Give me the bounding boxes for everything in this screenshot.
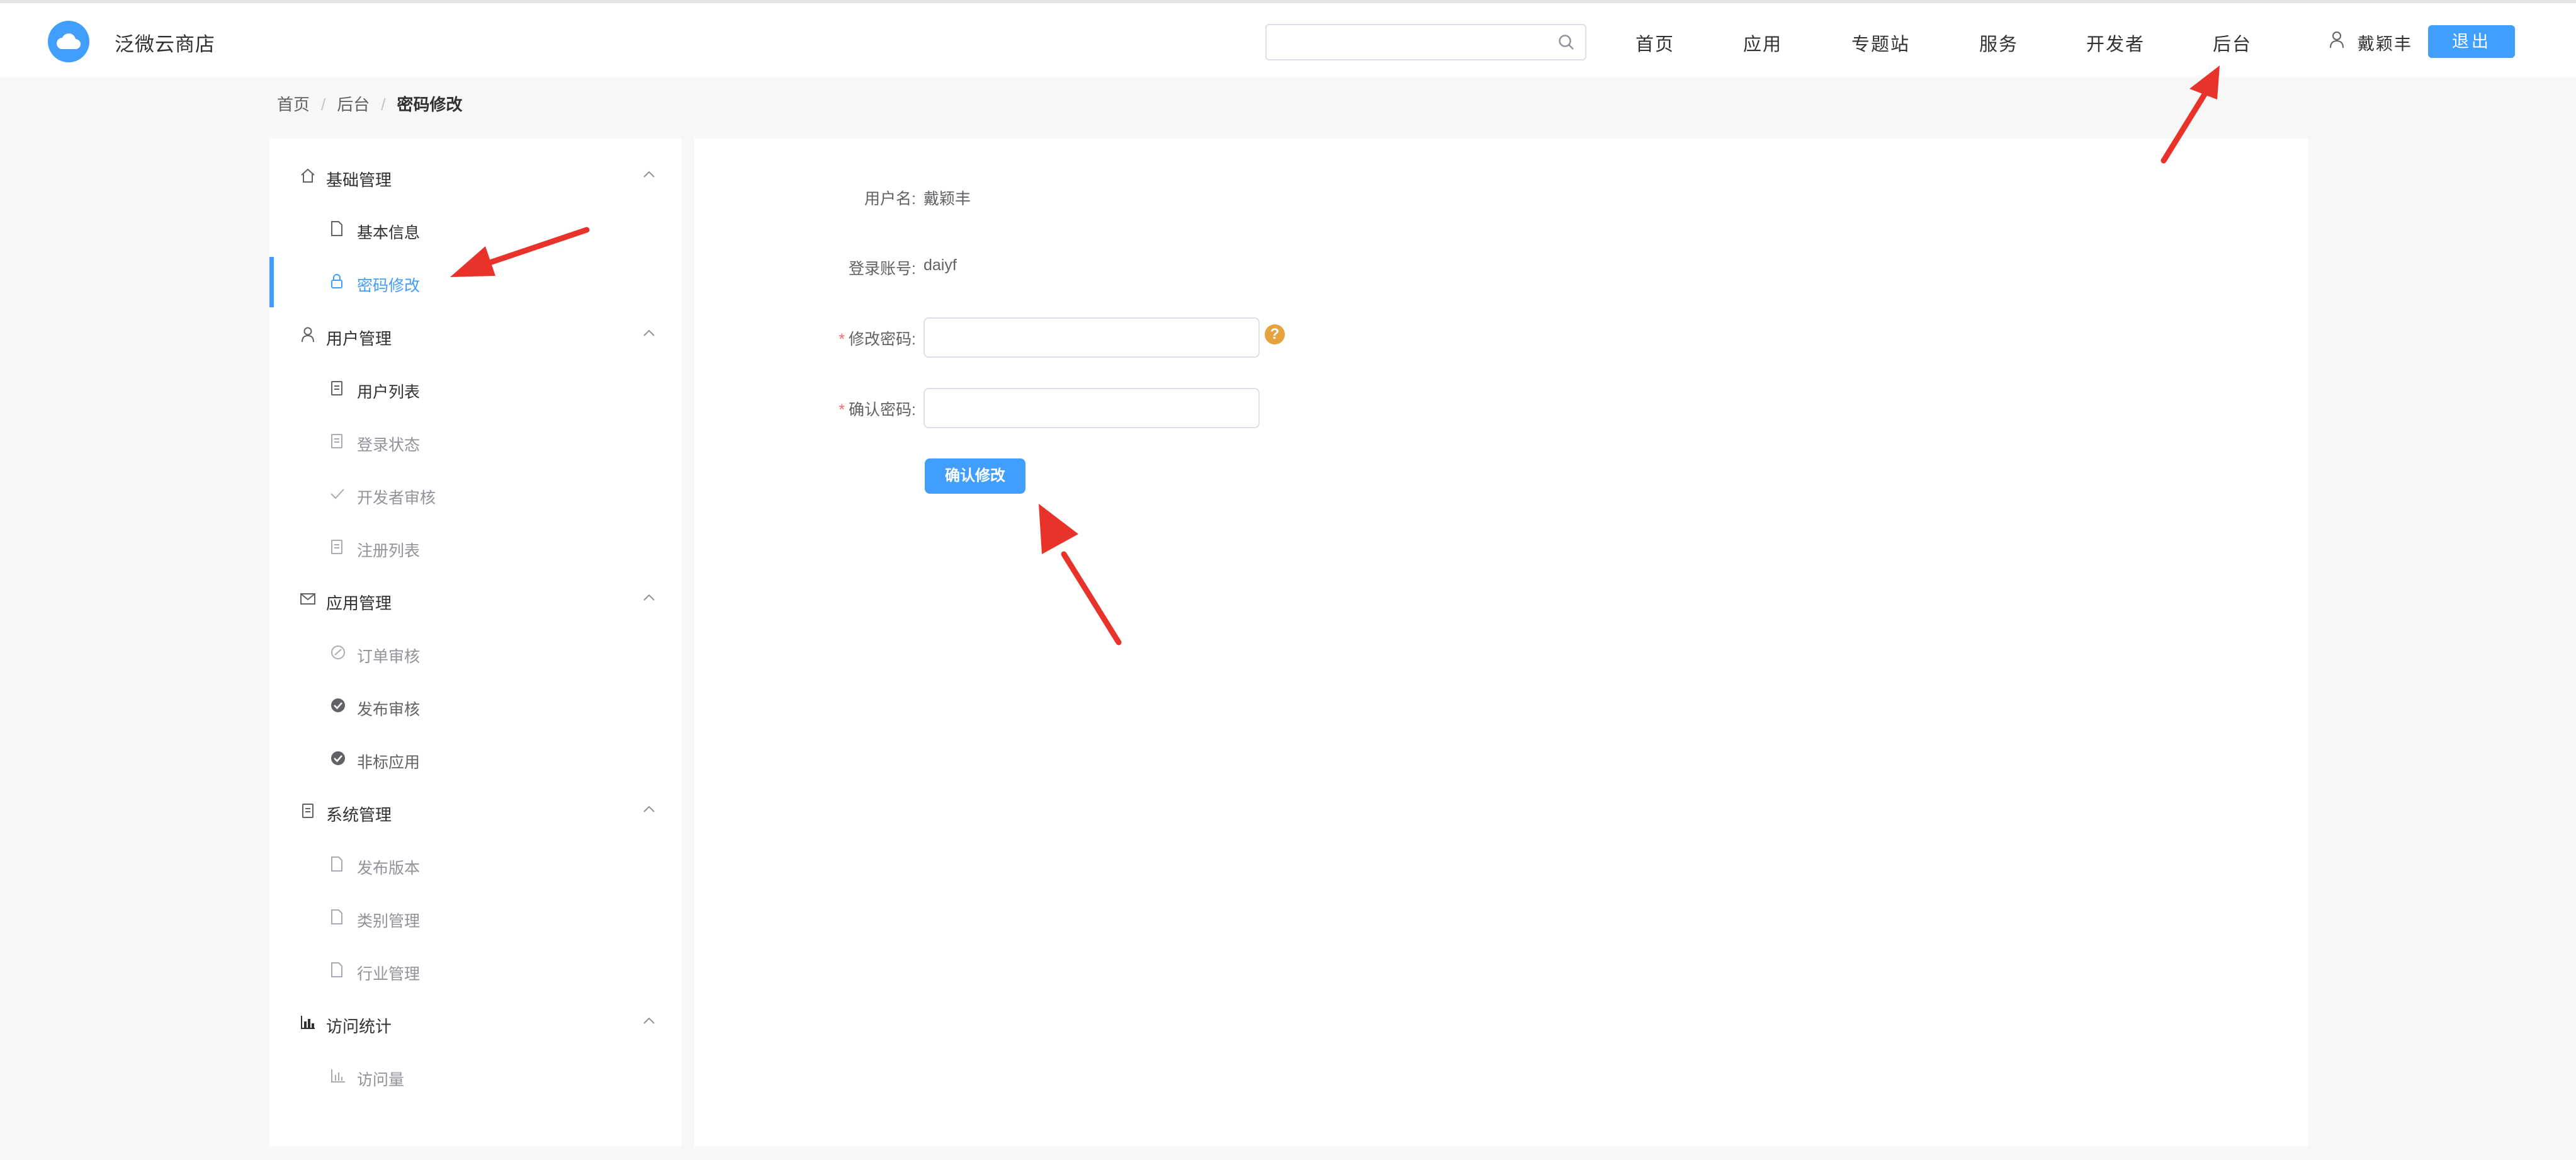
breadcrumb: 首页 / 后台 / 密码修改 <box>277 92 463 115</box>
clipboard-icon <box>330 433 344 452</box>
chevron-up-icon[interactable] <box>642 329 656 341</box>
user-icon <box>2329 31 2344 52</box>
nav-home[interactable]: 首页 <box>1635 30 1675 56</box>
check-icon <box>330 486 345 505</box>
sidebar-group-label: 应用管理 <box>326 594 392 613</box>
nav-developer[interactable]: 开发者 <box>2086 30 2145 56</box>
breadcrumb-separator: / <box>381 95 386 114</box>
search-input[interactable] <box>1275 31 1540 53</box>
document-icon <box>330 909 344 928</box>
account-value: daiyf <box>924 256 957 274</box>
sidebar-item-visits[interactable]: 访问量 <box>269 1051 681 1101</box>
mail-icon <box>300 591 316 610</box>
logout-button[interactable]: 退出 <box>2428 25 2515 58</box>
required-mark: * <box>839 401 845 419</box>
sidebar: 基础管理 基本信息 密码修改 用户管理 用户列表 登录状态 开发者审核 注册列表… <box>269 139 681 1146</box>
sidebar-item-user-list[interactable]: 用户列表 <box>269 363 681 414</box>
clipboard-icon <box>330 380 344 399</box>
clipboard-icon <box>330 538 344 558</box>
sidebar-group-label: 用户管理 <box>326 329 392 348</box>
sidebar-group-label: 基础管理 <box>326 171 392 190</box>
sidebar-item-industry-management[interactable]: 行业管理 <box>269 945 681 996</box>
chevron-up-icon[interactable] <box>642 805 656 817</box>
document-icon <box>330 856 344 875</box>
new-password-label: * 修改密码: <box>740 327 916 350</box>
app-title[interactable]: 泛微云商店 <box>115 28 215 57</box>
document-icon <box>330 220 344 240</box>
required-mark: * <box>839 331 845 348</box>
sidebar-item-order-review[interactable]: 订单审核 <box>269 628 681 678</box>
sidebar-group-basic[interactable]: 基础管理 <box>269 157 681 195</box>
confirm-password-input[interactable] <box>924 388 1260 428</box>
document-icon <box>330 962 344 981</box>
search-icon[interactable] <box>1557 33 1575 54</box>
home-icon <box>300 168 316 187</box>
top-header: 泛微云商店 首页 应用 专题站 服务 开发者 后台 戴颖丰 退出 <box>0 3 2576 77</box>
sidebar-item-login-status[interactable]: 登录状态 <box>269 416 681 467</box>
username-label: 用户名: <box>864 190 916 208</box>
sidebar-item-label: 发布审核 <box>357 701 421 719</box>
sidebar-group-label: 系统管理 <box>326 805 392 824</box>
breadcrumb-separator: / <box>321 95 326 114</box>
confirm-change-button[interactable]: 确认修改 <box>925 458 1025 494</box>
nav-admin[interactable]: 后台 <box>2213 30 2252 56</box>
sidebar-group-system[interactable]: 系统管理 <box>269 792 681 830</box>
sidebar-group-apps[interactable]: 应用管理 <box>269 581 681 618</box>
sidebar-item-label: 行业管理 <box>357 965 421 983</box>
confirm-password-label-text: 确认密码: <box>849 401 916 419</box>
nav-topics[interactable]: 专题站 <box>1851 30 1910 56</box>
confirm-password-label: * 确认密码: <box>740 397 916 420</box>
user-icon <box>300 326 316 346</box>
sidebar-item-label: 密码修改 <box>357 277 421 295</box>
chevron-up-icon[interactable] <box>642 1016 656 1028</box>
sidebar-item-label: 用户列表 <box>357 384 421 401</box>
sidebar-item-label: 注册列表 <box>357 542 421 560</box>
sidebar-item-basic-info[interactable]: 基本信息 <box>269 204 681 254</box>
new-password-input[interactable] <box>924 317 1260 358</box>
sidebar-item-label: 登录状态 <box>357 436 421 454</box>
clipboard-icon <box>300 802 316 822</box>
sidebar-item-label: 基本信息 <box>357 224 421 242</box>
sidebar-item-password-change[interactable]: 密码修改 <box>269 257 681 307</box>
bar-chart-icon <box>300 1014 316 1033</box>
account-label: 登录账号: <box>849 260 916 278</box>
bar-chart-icon <box>330 1067 346 1087</box>
breadcrumb-admin[interactable]: 后台 <box>337 92 370 115</box>
sidebar-item-label: 订单审核 <box>357 648 421 666</box>
sidebar-group-label: 访问统计 <box>326 1017 392 1036</box>
sidebar-item-label: 非标应用 <box>357 754 421 771</box>
circle-check-filled-icon <box>330 750 346 770</box>
sidebar-item-label: 开发者审核 <box>357 489 436 507</box>
cloud-logo-icon[interactable] <box>48 21 89 62</box>
lock-icon <box>330 273 344 293</box>
sidebar-item-label: 访问量 <box>357 1071 405 1089</box>
sidebar-group-statistics[interactable]: 访问统计 <box>269 1004 681 1042</box>
circle-check-outline-icon <box>330 644 346 664</box>
main-panel <box>694 139 2308 1146</box>
sidebar-item-category-management[interactable]: 类别管理 <box>269 892 681 943</box>
sidebar-group-users[interactable]: 用户管理 <box>269 316 681 354</box>
sidebar-item-label: 类别管理 <box>357 913 421 930</box>
nav-apps[interactable]: 应用 <box>1743 30 1782 56</box>
new-password-label-text: 修改密码: <box>849 331 916 348</box>
sidebar-item-registration-list[interactable]: 注册列表 <box>269 522 681 572</box>
active-indicator <box>269 257 274 307</box>
sidebar-item-label: 发布版本 <box>357 860 421 877</box>
user-name: 戴颖丰 <box>2358 35 2412 54</box>
sidebar-item-developer-review[interactable]: 开发者审核 <box>269 469 681 520</box>
sidebar-item-nonstandard-apps[interactable]: 非标应用 <box>269 734 681 784</box>
sidebar-item-publish-review[interactable]: 发布审核 <box>269 681 681 731</box>
sidebar-item-release-version[interactable]: 发布版本 <box>269 839 681 890</box>
nav-services[interactable]: 服务 <box>1979 30 2018 56</box>
circle-check-filled-icon <box>330 697 346 717</box>
username-value: 戴颖丰 <box>924 190 971 208</box>
search-box[interactable] <box>1265 24 1586 60</box>
chevron-up-icon[interactable] <box>642 170 656 182</box>
breadcrumb-current: 密码修改 <box>397 95 463 114</box>
chevron-up-icon[interactable] <box>642 593 656 605</box>
breadcrumb-home[interactable]: 首页 <box>277 92 310 115</box>
help-icon[interactable]: ? <box>1265 324 1285 344</box>
